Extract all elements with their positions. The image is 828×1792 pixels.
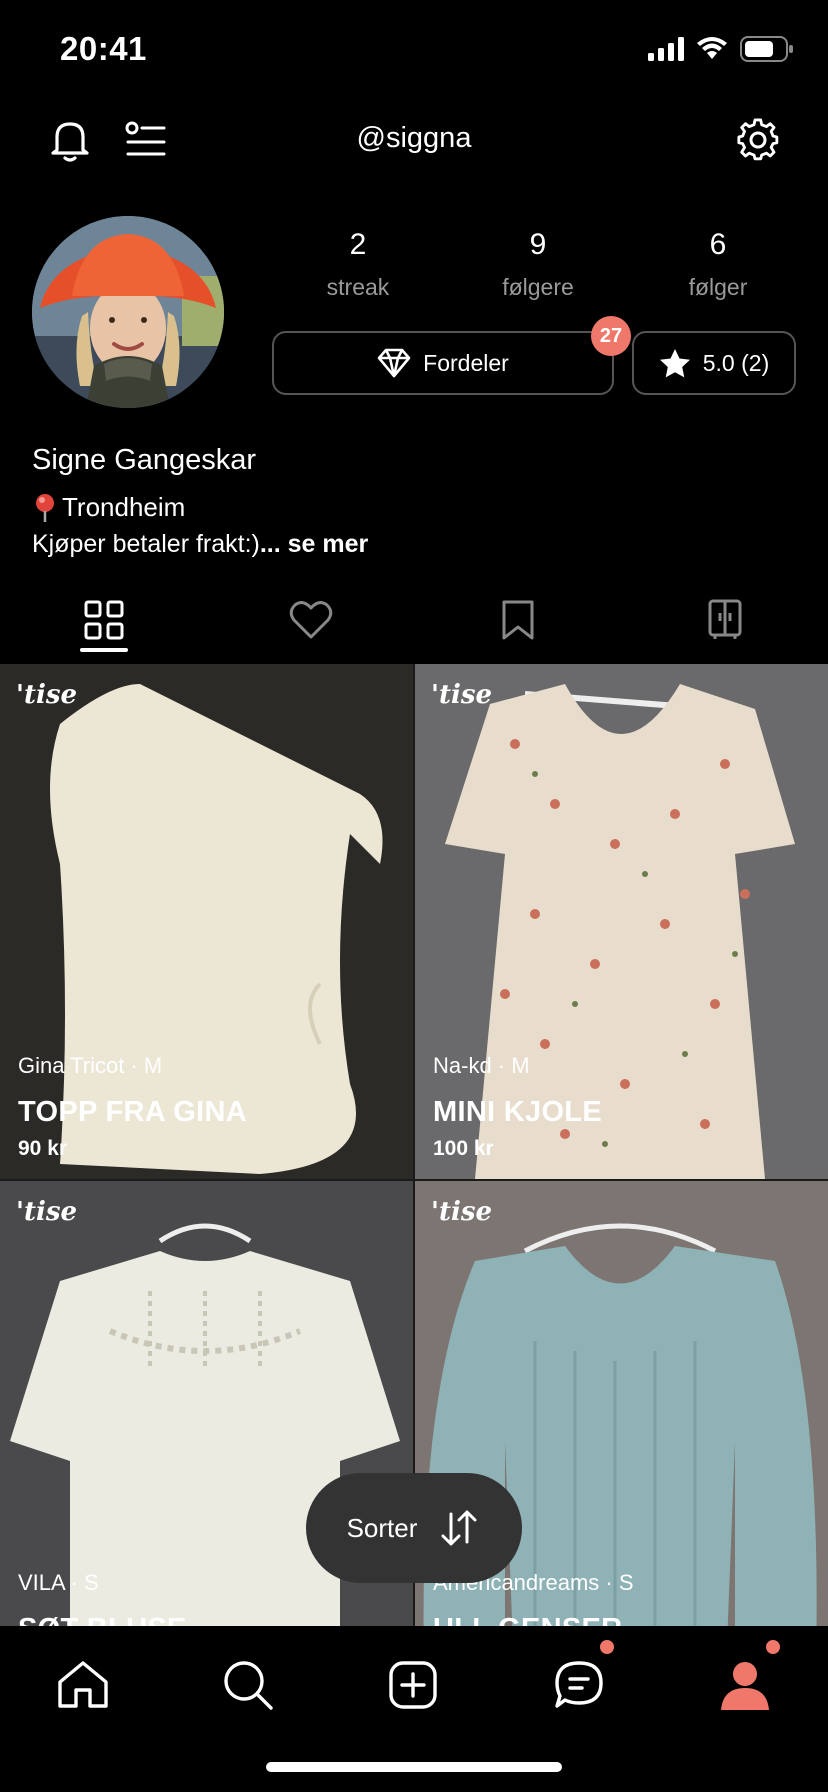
home-icon: [58, 1661, 108, 1708]
tise-logo: 'tise: [16, 1197, 78, 1227]
nav-search[interactable]: [213, 1650, 283, 1720]
grid-icon: [84, 600, 123, 640]
diamond-icon: [377, 348, 411, 378]
sort-button[interactable]: Sorter: [306, 1473, 522, 1583]
status-time: 20:41: [60, 30, 147, 67]
benefits-badge: 27: [591, 316, 631, 356]
stat-label: følgere: [502, 274, 574, 300]
profile-name: Signe Gangeskar: [32, 444, 257, 476]
listing-price: 100 kr: [433, 1137, 494, 1160]
stat-value: 6: [709, 228, 727, 261]
avatar[interactable]: [32, 216, 224, 408]
listing-brand-size: Na-kd · M: [433, 1053, 530, 1078]
benefits-button[interactable]: Fordeler: [272, 331, 614, 395]
listing-brand-size: VILA · S: [18, 1570, 99, 1595]
wardrobe-icon: [708, 599, 741, 639]
bookmark-icon: [502, 600, 533, 640]
nav-profile[interactable]: [710, 1650, 780, 1720]
stat-label: streak: [326, 274, 390, 300]
profile-header: @siggna: [0, 100, 828, 180]
profile-notification-dot: [766, 1640, 780, 1654]
listing-title: ULL GENSER: [433, 1613, 622, 1626]
sort-arrows-icon: [441, 1510, 477, 1546]
bio-see-more[interactable]: ... se mer: [260, 530, 368, 558]
tise-logo: 'tise: [431, 680, 493, 710]
tise-logo: 'tise: [431, 1197, 493, 1227]
stat-label: følger: [688, 274, 748, 300]
gear-icon[interactable]: [732, 114, 784, 166]
stat-following[interactable]: 6 følger: [628, 228, 808, 301]
profile-bio[interactable]: Kjøper betaler frakt:)... se mer: [32, 530, 368, 559]
location-label: Trondheim: [62, 492, 186, 522]
status-bar: 20:41: [0, 0, 828, 100]
listing-title: SØT BLUSE: [18, 1613, 187, 1626]
wifi-icon: [697, 37, 727, 59]
listing-title: MINI KJOLE: [433, 1096, 602, 1128]
listing-card[interactable]: 'tise Na-kd · M MINI KJOLE 100 kr: [415, 664, 828, 1179]
rating-label: 5.0 (2): [702, 349, 770, 376]
home-indicator: [266, 1762, 562, 1772]
profile-icon: [721, 1662, 769, 1710]
stat-followers[interactable]: 9 følgere: [448, 228, 628, 301]
location-pin-icon: [36, 493, 54, 522]
battery-icon: [740, 36, 793, 62]
profile-stats: 2 streak 9 følgere 6 følger: [268, 228, 808, 301]
tab-listings[interactable]: [0, 588, 207, 652]
add-icon: [389, 1661, 437, 1709]
sort-label: Sorter: [346, 1512, 418, 1543]
chat-icon: [555, 1661, 603, 1708]
tise-logo: 'tise: [16, 680, 78, 710]
stat-value: 9: [529, 228, 547, 261]
profile-location: Trondheim: [32, 492, 185, 523]
signal-icon: [648, 37, 684, 61]
stat-value: 2: [349, 228, 367, 261]
heart-icon: [289, 601, 332, 639]
tab-saved[interactable]: [414, 588, 621, 652]
profile-tabs: [0, 588, 828, 652]
listing-brand-size: Gina Tricot · M: [18, 1053, 163, 1078]
tab-wardrobe[interactable]: [621, 588, 828, 652]
status-icons: [648, 36, 794, 62]
bio-text: Kjøper betaler frakt:): [32, 530, 260, 558]
username-title: @siggna: [356, 122, 472, 154]
nav-home[interactable]: [48, 1650, 118, 1720]
star-icon: [659, 349, 690, 378]
search-icon: [224, 1661, 273, 1710]
listing-price: 90 kr: [18, 1137, 68, 1160]
benefits-label: Fordeler: [423, 349, 509, 376]
messages-notification-dot: [600, 1640, 614, 1654]
nav-messages[interactable]: [544, 1650, 614, 1720]
nav-add[interactable]: [378, 1650, 448, 1720]
tab-likes[interactable]: [207, 588, 414, 652]
rating-button[interactable]: 5.0 (2): [632, 331, 796, 395]
listing-title: TOPP FRA GINA: [18, 1096, 247, 1128]
stat-streak[interactable]: 2 streak: [268, 228, 448, 301]
listing-card[interactable]: 'tise Gina Tricot · M TOPP FRA GINA 90 k…: [0, 664, 413, 1179]
